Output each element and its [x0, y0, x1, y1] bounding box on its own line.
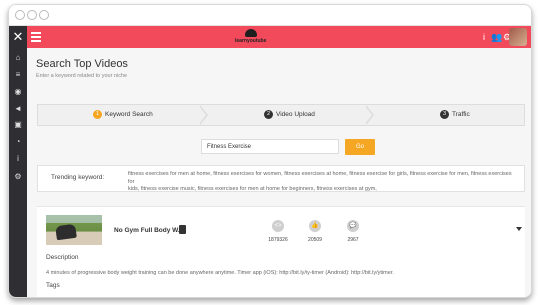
video-icon[interactable]: ▣ — [9, 120, 27, 130]
sidebar: ⌂ ≡ ◉ ◄ ▣ ◔ i ⚙ — [9, 48, 27, 297]
step-divider — [199, 105, 208, 125]
stat-embed: <> 1879326 — [258, 220, 298, 243]
main-content: Search Top Videos Enter a keyword relate… — [27, 48, 531, 297]
top-navbar: ✕ learnyoutube i 👥 ⚙ — [9, 26, 531, 48]
close-icon[interactable]: ✕ — [9, 26, 27, 48]
avatar[interactable] — [509, 28, 527, 46]
step-video-upload[interactable]: 2 Video Upload — [264, 105, 315, 125]
stat-value: 2967 — [347, 237, 359, 243]
window-close-dot[interactable] — [15, 10, 25, 20]
bookmark-icon[interactable] — [179, 225, 186, 234]
step-label: Keyword Search — [105, 111, 153, 118]
info-icon[interactable]: i — [9, 154, 27, 164]
stat-comments: 💬 2967 — [333, 220, 373, 243]
stat-likes: 👍 20509 — [295, 220, 335, 243]
stat-value: 1879326 — [268, 237, 288, 243]
comment-icon: 💬 — [347, 220, 359, 232]
hamburger-icon[interactable] — [31, 32, 41, 42]
megaphone-icon[interactable]: ◄ — [9, 104, 27, 114]
keyword-search-input[interactable]: Fitness Exercise — [201, 139, 339, 154]
logo-text: learnyoutube — [235, 38, 267, 44]
video-card: No Gym Full Body W... <> 1879326 👍 20509… — [37, 206, 525, 297]
window-titlebar — [9, 5, 531, 26]
description-label: Description — [46, 254, 79, 261]
video-title[interactable]: No Gym Full Body W... — [114, 227, 183, 234]
step-number-badge: 3 — [440, 109, 449, 119]
expand-caret-icon[interactable] — [516, 227, 522, 231]
step-label: Traffic — [452, 111, 470, 118]
trending-label: Trending keyword: — [51, 174, 105, 181]
trending-keywords-text: fitness exercises for men at home, fitne… — [128, 171, 518, 194]
trending-keywords-panel: Trending keyword: fitness exercises for … — [37, 165, 525, 192]
home-icon[interactable]: ⌂ — [9, 53, 27, 63]
logo-mark-icon — [245, 29, 257, 37]
page-title: Search Top Videos — [36, 58, 128, 70]
trending-keywords-line: kids, fitness exercise music, fitness ex… — [128, 186, 377, 192]
code-icon: <> — [272, 220, 284, 232]
step-keyword-search[interactable]: 1 Keyword Search — [93, 105, 153, 125]
window-maximize-dot[interactable] — [39, 10, 49, 20]
thumbnail-sky — [46, 215, 102, 223]
app-logo[interactable]: learnyoutube — [235, 29, 267, 45]
step-traffic[interactable]: 3 Traffic — [440, 105, 470, 125]
trending-keywords-line: fitness exercises for men at home, fitne… — [128, 171, 512, 185]
go-button[interactable]: Go — [345, 139, 375, 155]
step-number-badge: 1 — [93, 109, 102, 119]
step-number-badge: 2 — [264, 109, 273, 119]
step-label: Video Upload — [276, 111, 315, 118]
users-icon[interactable]: 👥 — [491, 31, 502, 43]
tags-label: Tags — [46, 282, 60, 289]
gauge-icon[interactable]: ◉ — [9, 87, 27, 97]
page-subtitle: Enter a keyword related to your niche — [36, 73, 128, 79]
description-text: 4 minutes of progressive body weight tra… — [46, 270, 394, 276]
user-settings-icon[interactable]: ⚙ — [9, 172, 27, 182]
video-thumbnail[interactable] — [46, 215, 102, 245]
thumbnail-person — [55, 223, 77, 241]
browser-window: ✕ learnyoutube i 👥 ⚙ ⌂ ≡ ◉ ◄ ▣ ◔ i ⚙ Search Top… — [8, 4, 532, 298]
window-minimize-dot[interactable] — [27, 10, 37, 20]
thumbs-up-icon: 👍 — [309, 220, 321, 232]
list-icon[interactable]: ≡ — [9, 70, 27, 80]
pie-chart-icon[interactable]: ◔ — [9, 137, 27, 147]
stat-value: 20509 — [308, 237, 322, 243]
info-icon[interactable]: i — [483, 31, 485, 43]
step-divider — [365, 105, 374, 125]
steps-progress: 1 Keyword Search 2 Video Upload 3 Traffic — [37, 104, 525, 126]
